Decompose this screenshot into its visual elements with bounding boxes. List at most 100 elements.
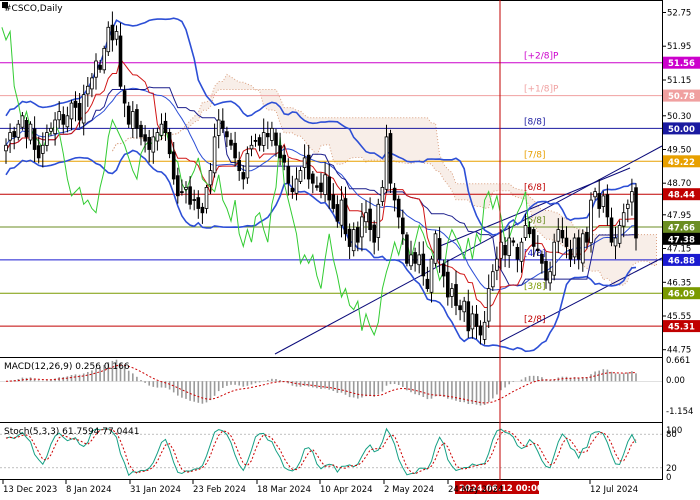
chart-window: [+2/8]P 51.56 [+1/8]P 50.78 [8/8] 50.00 [7/8] 4…: [0, 0, 700, 500]
candle-body: [552, 241, 556, 276]
candle-body: [531, 229, 536, 247]
candle-body: [310, 173, 315, 184]
price-tick-label: 51.95: [667, 42, 691, 52]
candle-body: [486, 288, 491, 322]
candle-body: [175, 175, 180, 197]
candle-body: [57, 111, 61, 121]
candle-body: [490, 271, 495, 288]
candle-body: [458, 305, 462, 311]
candle-body: [233, 142, 237, 159]
candle-body: [237, 159, 242, 171]
macd-tick-label: -1.154: [666, 407, 693, 417]
candle-body: [601, 195, 606, 207]
candle-body: [621, 212, 626, 227]
candle-body: [519, 241, 524, 262]
candle-body: [163, 120, 168, 134]
time-tick-label: 23 Feb 2024: [193, 485, 246, 495]
candle-body: [294, 178, 299, 194]
murrey-level-label: [+1/8]P: [524, 85, 559, 95]
candle-body: [130, 111, 135, 129]
candle-body: [589, 199, 593, 244]
candle-body: [167, 131, 172, 155]
candle-body: [69, 102, 74, 120]
candle-body: [41, 144, 45, 154]
candle-body: [110, 24, 115, 41]
price-tag-label: 50.78: [668, 92, 695, 102]
candle-body: [593, 191, 597, 198]
candle-body: [253, 139, 258, 142]
candle-body: [204, 186, 209, 209]
time-tick-label: 31 Jan 2024: [130, 485, 181, 495]
candle-body: [409, 254, 413, 267]
candle-body: [155, 132, 160, 142]
price-tag-label: 51.56: [668, 59, 695, 69]
candle-body: [143, 134, 147, 142]
candle-body: [184, 186, 188, 190]
candle-body: [192, 199, 197, 201]
candle-body: [315, 185, 319, 188]
candle-body: [581, 233, 585, 264]
candle-body: [368, 208, 372, 231]
candle-body: [364, 212, 368, 223]
candle-body: [188, 186, 192, 205]
candle-body: [335, 204, 340, 222]
candle-body: [24, 120, 29, 138]
macd-tick-label: 0.00: [666, 376, 685, 386]
price-tick-label: 51.15: [667, 76, 691, 86]
candle-body: [503, 244, 507, 256]
candle-body: [61, 114, 66, 125]
candle-body: [290, 187, 295, 193]
candle-body: [470, 313, 475, 330]
candle-body: [343, 198, 348, 235]
candle-body: [286, 166, 291, 184]
macd-tick-label: 0.661: [666, 356, 690, 366]
candle-body: [118, 35, 123, 87]
price-tick-label: 48.70: [667, 179, 691, 189]
price-tag-label: 46.09: [668, 290, 695, 300]
murrey-level-label: [6/8]: [524, 183, 546, 193]
candle-body: [212, 136, 217, 174]
candle-body: [613, 237, 618, 247]
candle-body: [429, 258, 434, 293]
candle-body: [53, 119, 57, 135]
candle-body: [376, 203, 381, 238]
candle-body: [245, 153, 250, 179]
candle-body: [327, 176, 331, 201]
murrey-level-label: [3/8]: [524, 282, 546, 292]
candle-body: [180, 191, 184, 194]
price-tag-label: 45.31: [668, 323, 695, 333]
candle-body: [257, 137, 262, 146]
candle-body: [339, 199, 344, 226]
candle-body: [159, 123, 164, 136]
candle-body: [151, 136, 156, 153]
candle-body: [261, 132, 266, 146]
candle-body: [466, 301, 471, 332]
candle-body: [605, 194, 610, 218]
time-tick-label: 10 Apr 2024: [320, 485, 373, 495]
candle-body: [425, 278, 430, 289]
candle-body: [445, 271, 450, 298]
candle-body: [331, 194, 336, 209]
candle-body: [441, 263, 446, 277]
candle-body: [372, 224, 376, 243]
candle-body: [515, 246, 520, 260]
candle-body: [98, 64, 102, 70]
price-tag-label: 47.66: [668, 224, 695, 234]
candle-body: [462, 300, 466, 313]
candle-body: [16, 123, 21, 138]
candle-body: [73, 100, 78, 108]
murrey-level-label: [7/8]: [524, 150, 546, 160]
price-tick-label: 47.15: [667, 245, 691, 255]
candle-body: [65, 115, 70, 128]
price-tag-label: 46.88: [668, 256, 695, 266]
time-tick-label: 12 Jul 2024: [590, 485, 638, 495]
chart-menu-icon[interactable]: [2, 2, 8, 8]
price-tick-label: 47.95: [667, 211, 691, 221]
candle-body: [572, 237, 577, 258]
time-tick-label: 8 Jan 2024: [66, 485, 112, 495]
candle-body: [523, 224, 528, 238]
candle-body: [306, 154, 311, 180]
candle-body: [511, 240, 516, 243]
candle-body: [388, 133, 393, 184]
candle-body: [102, 48, 107, 71]
